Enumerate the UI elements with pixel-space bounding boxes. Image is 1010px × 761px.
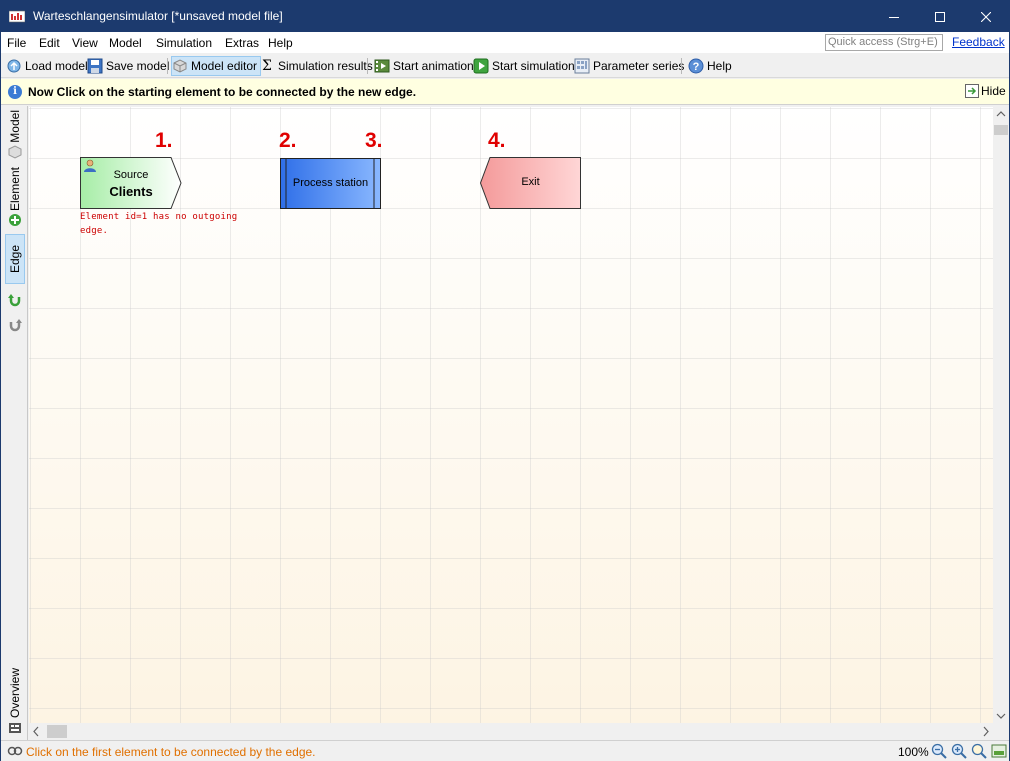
load-model-label: Load model [25,59,88,73]
status-message: Click on the first element to be connect… [26,745,316,759]
menu-help[interactable]: Help [268,36,293,50]
process-station-element[interactable]: Process station [280,158,381,209]
start-simulation-button[interactable]: Start simulation [473,56,575,76]
step-label-3: 3. [365,129,383,152]
svg-text:?: ? [693,61,700,73]
tab-overview[interactable]: Overview [5,666,25,720]
hide-arrow-icon [965,84,979,98]
start-simulation-label: Start simulation [492,59,575,73]
tab-edge[interactable]: Edge [5,234,25,284]
save-model-label: Save model [106,59,170,73]
window-title: Warteschlangensimulator [*unsaved model … [33,9,283,23]
redo-icon[interactable] [5,317,25,333]
app-logo-icon [8,9,26,23]
menu-view[interactable]: View [72,36,98,50]
play-icon [473,58,489,74]
maximize-button[interactable] [917,1,963,32]
exit-label: Exit [521,176,540,188]
model-editor-button[interactable]: Model editor [171,56,262,76]
hide-label: Hide [981,84,1006,98]
parameter-series-button[interactable]: Parameter series [574,56,684,76]
load-model-icon [6,58,22,74]
parameter-series-label: Parameter series [593,59,685,73]
feedback-link[interactable]: Feedback [952,35,1005,49]
menu-model[interactable]: Model [109,36,142,50]
maximize-icon [935,11,945,22]
tab-element[interactable]: Element [5,166,25,212]
model-editor-label: Model editor [191,59,258,73]
tab-model[interactable]: Model [5,109,25,143]
source-type-label: Source [113,169,149,181]
info-bar: i Now Click on the starting element to b… [1,79,1009,105]
status-bar: Click on the first element to be connect… [1,740,1009,761]
simulation-results-label: Simulation results [278,59,373,73]
help-icon: ? [688,58,704,74]
toolbar-separator [681,58,682,74]
toolbar-separator [167,58,168,74]
model-editor-icon [172,58,188,74]
menu-file[interactable]: File [7,36,26,50]
help-label: Help [707,59,732,73]
tab-overview-label: Overview [8,667,22,718]
horizontal-scrollbar[interactable] [29,723,993,740]
fit-view-icon[interactable] [991,743,1007,761]
sigma-icon: Σ [262,58,272,74]
start-animation-label: Start animation [393,59,474,73]
minimize-button[interactable] [871,1,917,32]
menu-extras[interactable]: Extras [225,36,259,50]
close-button[interactable] [963,1,1009,32]
vertical-scrollbar[interactable] [993,107,1009,723]
step-label-2: 2. [279,129,297,152]
start-animation-button[interactable]: Start animation [374,56,474,76]
tab-edge-label: Edge [8,244,22,274]
zoom-out-icon[interactable] [931,743,947,761]
save-model-button[interactable]: Save model [87,56,169,76]
step-label-4: 4. [488,129,506,152]
process-station-label: Process station [292,177,369,189]
zoom-level: 100% [898,745,929,759]
edge-warning-text: Element id=1 has no outgoing edge. [80,212,238,236]
close-icon [981,11,991,22]
quick-access-input[interactable]: Quick access (Strg+E) [825,34,943,51]
tab-element-label: Element [8,166,22,212]
hide-info-button[interactable]: Hide [965,84,1006,98]
toolbar-separator [367,58,368,74]
source-element[interactable]: Source Clients [80,157,182,209]
menu-bar: File Edit View Model Simulation Extras H… [1,32,1009,53]
overview-icon [5,720,25,736]
toolbar: Load model Save model Model editor Σ Sim… [1,54,1009,78]
model-cube-icon [5,144,25,160]
model-canvas[interactable]: 1. 2. 3. 4. Source Clients Element id=1 … [29,107,993,723]
save-icon [87,58,103,74]
add-element-icon[interactable] [5,212,25,228]
info-message: Now Click on the starting element to be … [28,85,417,99]
info-icon: i [8,85,22,99]
zoom-in-icon[interactable] [951,743,967,761]
edge-link-icon [7,744,23,761]
step-label-1: 1. [155,129,173,152]
menu-simulation[interactable]: Simulation [156,36,212,50]
simulation-results-button[interactable]: Σ Simulation results [259,56,373,76]
title-bar[interactable]: Warteschlangensimulator [*unsaved model … [1,1,1009,32]
side-tabs: Model Element Edge Overview [2,106,28,740]
zoom-reset-icon[interactable] [971,743,987,761]
exit-element[interactable]: Exit [480,157,581,209]
parameter-series-icon [574,58,590,74]
load-model-button[interactable]: Load model [6,56,88,76]
menu-edit[interactable]: Edit [39,36,60,50]
undo-icon[interactable] [5,292,25,308]
minimize-icon [889,16,899,18]
help-button[interactable]: ? Help [688,56,732,76]
source-name-label: Clients [109,184,153,199]
tab-model-label: Model [8,109,22,143]
app-window: Warteschlangensimulator [*unsaved model … [0,0,1010,761]
animation-film-icon [374,58,390,74]
